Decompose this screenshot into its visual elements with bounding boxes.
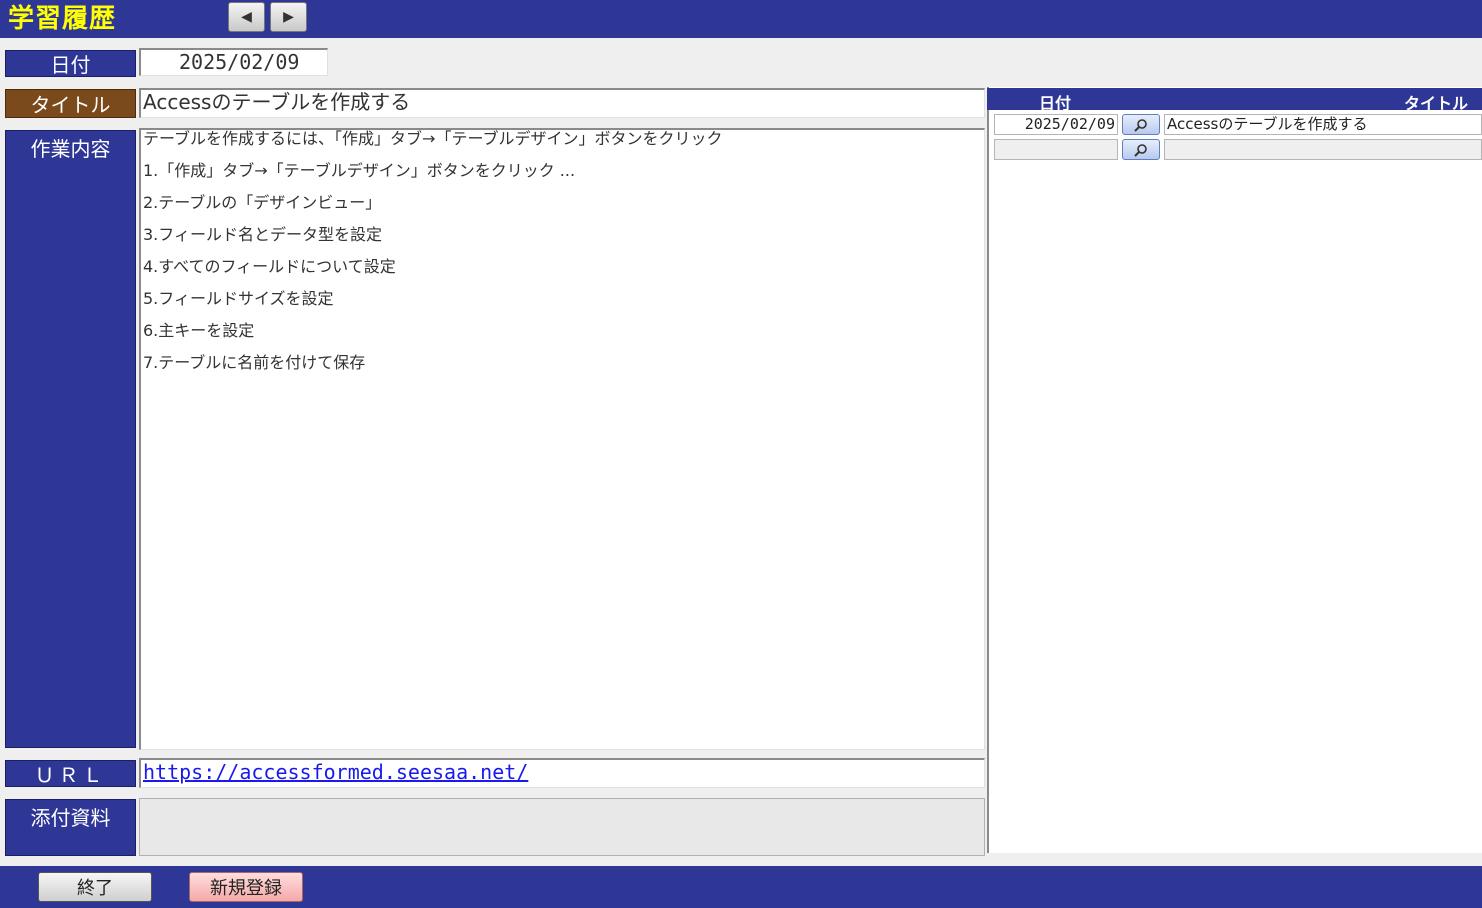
- content-line: テーブルを作成するには、「作成」タブ→「テーブルデザイン」ボタンをクリック: [143, 129, 723, 148]
- triangle-left-icon: ◀: [241, 9, 252, 25]
- content-line: 5.フィールドサイズを設定: [143, 289, 334, 308]
- url-label: ＵＲＬ: [5, 760, 136, 787]
- app-title: 学習履歴: [8, 4, 117, 34]
- content-line: 7.テーブルに名前を付けて保存: [143, 353, 366, 372]
- url-link[interactable]: https://accessformed.seesaa.net/: [143, 760, 528, 784]
- list-row-title[interactable]: [1164, 139, 1482, 160]
- content-line: 1.「作成」タブ→「テーブルデザイン」ボタンをクリック ...: [143, 161, 576, 180]
- content-label: 作業内容: [5, 130, 136, 748]
- list-row-date[interactable]: [994, 139, 1118, 160]
- next-record-button[interactable]: ▶: [270, 2, 307, 32]
- date-field[interactable]: 2025/02/09: [139, 48, 328, 76]
- content-line: 2.テーブルの「デザインビュー」: [143, 193, 382, 212]
- content-line: 4.すべてのフィールドについて設定: [143, 257, 396, 276]
- attachment-label: 添付資料: [5, 799, 136, 856]
- list-row-date[interactable]: 2025/02/09: [994, 114, 1118, 135]
- content-line: 6.主キーを設定: [143, 321, 255, 340]
- list-row-title[interactable]: Accessのテーブルを作成する: [1164, 114, 1482, 135]
- record-list-header: 日付 タイトル: [987, 88, 1482, 113]
- header-bar: [0, 0, 1482, 38]
- list-row-open-button[interactable]: [1122, 139, 1160, 160]
- magnifier-icon: [1134, 118, 1147, 132]
- content-line: 3.フィールド名とデータ型を設定: [143, 225, 382, 244]
- title-label: タイトル: [5, 89, 136, 118]
- exit-button[interactable]: 終了: [38, 872, 152, 902]
- date-label: 日付: [5, 50, 136, 77]
- list-header-date: 日付: [1039, 94, 1072, 113]
- magnifier-icon: [1134, 143, 1147, 157]
- attachment-field[interactable]: [139, 798, 985, 856]
- record-list-panel: [987, 87, 1482, 853]
- prev-record-button[interactable]: ◀: [228, 2, 265, 32]
- url-field[interactable]: https://accessformed.seesaa.net/: [139, 758, 985, 788]
- content-textarea[interactable]: テーブルを作成するには、「作成」タブ→「テーブルデザイン」ボタンをクリック 1.…: [139, 128, 985, 750]
- list-header-title: タイトル: [1403, 94, 1468, 113]
- title-field[interactable]: Accessのテーブルを作成する: [139, 88, 985, 118]
- new-record-button[interactable]: 新規登録: [189, 872, 303, 902]
- triangle-right-icon: ▶: [283, 9, 294, 25]
- list-row-open-button[interactable]: [1122, 114, 1160, 135]
